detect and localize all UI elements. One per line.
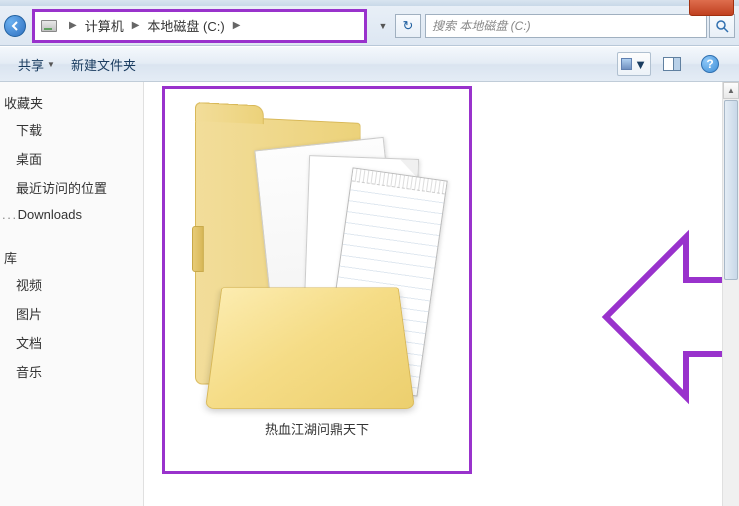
preview-pane-button[interactable] (655, 52, 689, 76)
search-icon (715, 19, 729, 33)
folder-icon[interactable] (187, 101, 447, 411)
address-bar-highlight: ▶ 计算机 ▶ 本地磁盘 (C:) ▶ (32, 9, 367, 43)
search-placeholder: 搜索 本地磁盘 (C:) (432, 17, 531, 34)
thumbnail-icon (621, 58, 632, 70)
sidebar-item-videos[interactable]: 视频 (0, 270, 143, 299)
breadcrumb-drive-c[interactable]: 本地磁盘 (C:) (145, 14, 226, 37)
breadcrumb-sep-icon: ▶ (63, 20, 83, 31)
back-arrow-icon (10, 21, 20, 31)
folder-highlight-box: 热血江湖问鼎天下 (162, 86, 472, 474)
toolbar: 共享 ▼ 新建文件夹 ▼ ? (0, 46, 739, 82)
share-menu[interactable]: 共享 ▼ (10, 51, 63, 78)
close-button[interactable] (689, 0, 734, 16)
sidebar: 收藏夹 下载 桌面 最近访问的位置 Downloads 库 视频 图片 文档 音… (0, 82, 144, 506)
drive-icon (39, 16, 59, 36)
help-button[interactable]: ? (693, 52, 727, 76)
new-folder-button[interactable]: 新建文件夹 (63, 51, 144, 78)
search-button[interactable] (709, 14, 735, 38)
scrollbar[interactable]: ▲ (722, 82, 739, 506)
view-mode-button[interactable]: ▼ (617, 52, 651, 76)
chevron-down-icon: ▼ (634, 57, 647, 72)
help-icon: ? (701, 55, 719, 73)
refresh-button[interactable]: ↻ (395, 14, 421, 38)
sidebar-group-libraries[interactable]: 库 (0, 245, 143, 270)
sidebar-item-recent[interactable]: 最近访问的位置 (0, 173, 143, 202)
new-folder-label: 新建文件夹 (71, 55, 136, 74)
sidebar-item-downloads-en[interactable]: Downloads (0, 202, 143, 227)
breadcrumb-computer[interactable]: 计算机 (83, 14, 126, 37)
main-pane[interactable]: 热血江湖问鼎天下 ▲ (144, 82, 739, 506)
nav-back-button[interactable] (4, 15, 26, 37)
breadcrumb-sep-icon: ▶ (227, 20, 247, 31)
chevron-down-icon: ▼ (47, 60, 55, 69)
content-area: 收藏夹 下载 桌面 最近访问的位置 Downloads 库 视频 图片 文档 音… (0, 82, 739, 506)
address-dropdown-icon[interactable]: ▼ (375, 21, 391, 31)
breadcrumb[interactable]: ▶ 计算机 ▶ 本地磁盘 (C:) ▶ (63, 14, 246, 37)
breadcrumb-sep-icon: ▶ (126, 20, 146, 31)
share-label: 共享 (18, 55, 44, 74)
address-bar-row: ▶ 计算机 ▶ 本地磁盘 (C:) ▶ ▼ ↻ 搜索 本地磁盘 (C:) (0, 6, 739, 46)
sidebar-item-music[interactable]: 音乐 (0, 357, 143, 386)
sidebar-item-pictures[interactable]: 图片 (0, 299, 143, 328)
sidebar-item-desktop[interactable]: 桌面 (0, 144, 143, 173)
sidebar-group-favorites[interactable]: 收藏夹 (0, 90, 143, 115)
scroll-up-button[interactable]: ▲ (723, 82, 739, 99)
folder-name-label[interactable]: 热血江湖问鼎天下 (265, 419, 369, 438)
sidebar-item-documents[interactable]: 文档 (0, 328, 143, 357)
search-input[interactable]: 搜索 本地磁盘 (C:) (425, 14, 707, 38)
scroll-thumb[interactable] (724, 100, 738, 280)
annotation-arrow-icon (566, 222, 739, 412)
sidebar-item-downloads[interactable]: 下载 (0, 115, 143, 144)
preview-pane-icon (663, 57, 681, 71)
title-bar (0, 0, 739, 6)
